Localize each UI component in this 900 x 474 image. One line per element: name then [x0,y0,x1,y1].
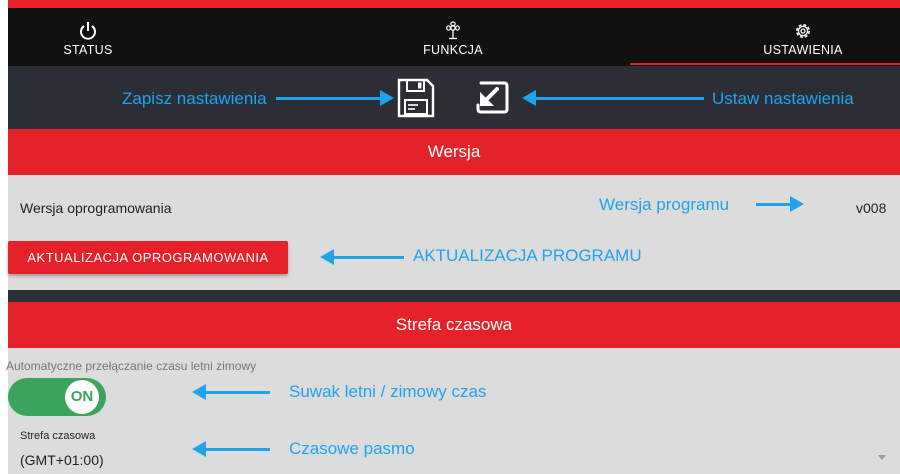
timezone-annotation-arrow [192,441,270,457]
main-nav: STATUS FUNKCJA USTAWIENIA [8,8,900,66]
restore-button[interactable] [472,79,510,115]
tab-status-label: STATUS [63,43,113,57]
gear-icon [796,24,810,38]
version-panel: Wersja oprogramowania Wersja programu v0… [8,175,900,290]
save-annotation-arrow [276,90,394,106]
timezone-select-value: (GMT+01:00) [20,452,104,468]
version-section-header: Wersja [8,129,900,175]
tab-funkcja[interactable]: FUNKCJA [408,8,498,66]
timezone-section-header: Strefa czasowa [8,302,900,348]
dst-annotation: Suwak letni / zimowy czas [289,382,487,401]
tab-ustawienia-label: USTAWIENIA [763,43,843,57]
chevron-down-icon [878,455,886,460]
settings-toolbar: Zapisz nastawienia Ustaw nastawienia [8,66,900,129]
update-annotation: AKTUALIZACJA PROGRAMU [413,246,642,265]
floppy-disk-icon [397,78,435,118]
firmware-annotation: Wersja programu [599,195,730,214]
restore-annotation-arrow [522,90,704,106]
dst-toggle[interactable]: ON [8,378,106,416]
tab-status[interactable]: STATUS [48,8,128,66]
firmware-annotation-arrow [756,196,804,212]
save-button[interactable] [396,77,436,119]
restore-annotation: Ustaw nastawienia [712,89,854,108]
timezone-annotation: Czasowe pasmo [289,439,415,458]
update-annotation-arrow [320,249,404,265]
timezone-select[interactable]: (GMT+01:00) [16,446,892,472]
tab-ustawienia[interactable]: USTAWIENIA [748,8,858,66]
dst-label: Automatyczne przełączanie czasu letni zi… [6,359,257,373]
section-divider [8,290,900,302]
active-tab-indicator [630,63,900,65]
dst-toggle-knob: ON [65,380,99,414]
timezone-field-label: Strefa czasowa [20,430,96,442]
dst-annotation-arrow [192,384,270,400]
tab-funkcja-label: FUNKCJA [423,43,483,57]
power-icon [80,22,96,40]
restore-arrow-icon [476,81,509,114]
save-annotation: Zapisz nastawienia [122,89,267,108]
firmware-version-value: v008 [856,200,887,216]
firmware-version-label: Wersja oprogramowania [20,200,172,216]
firmware-update-button[interactable]: AKTUALIZACJA OPROGRAMOWANIA [8,241,288,274]
fan-icon [446,21,460,40]
top-accent-stripe [8,0,900,8]
